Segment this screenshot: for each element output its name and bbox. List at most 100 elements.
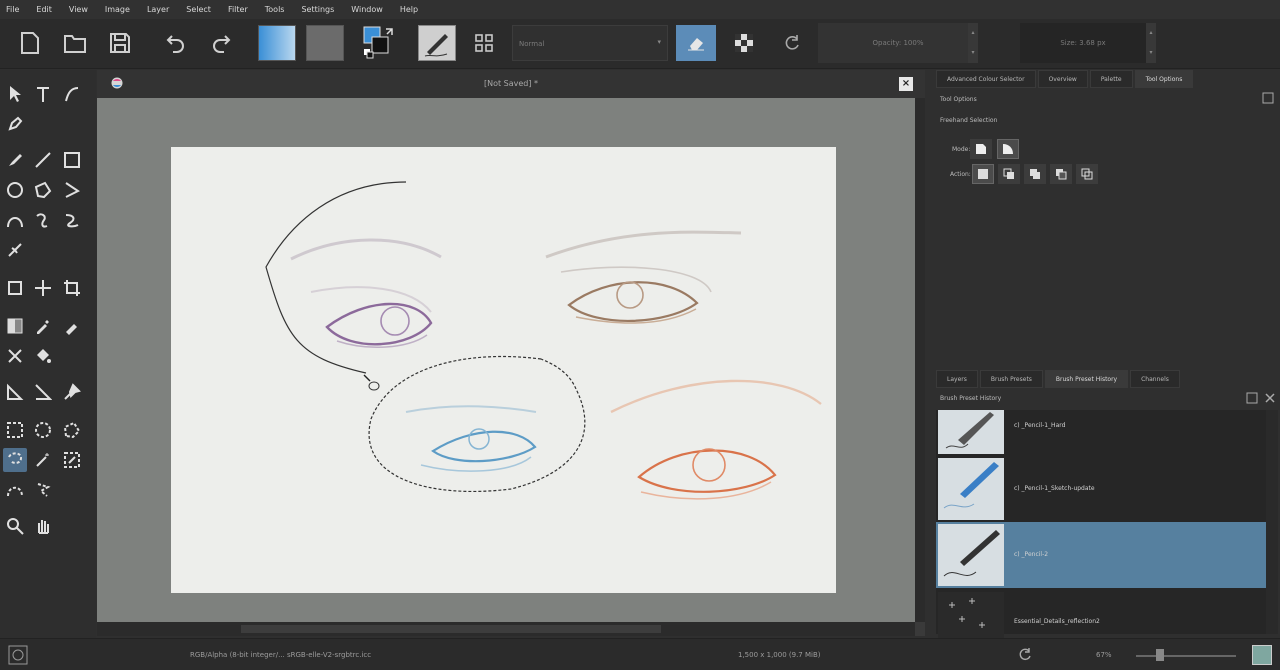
redo-button[interactable] [203, 25, 239, 61]
zoom-slider[interactable] [1136, 655, 1236, 657]
contiguous-selection-tool[interactable] [31, 448, 55, 472]
list-item[interactable]: c) _Pencil-2 [936, 522, 1266, 588]
freehand-brush-tool[interactable] [3, 148, 27, 172]
text-tool[interactable] [31, 82, 55, 106]
tab-overview[interactable]: Overview [1037, 70, 1088, 88]
pattern-selector[interactable] [306, 25, 344, 61]
tab-brush-preset-history[interactable]: Brush Preset History [1044, 370, 1129, 388]
menu-window[interactable]: Window [351, 5, 383, 14]
horizontal-scrollbar[interactable] [97, 622, 915, 636]
freehand-path-tool[interactable] [31, 208, 55, 232]
elliptical-selection-tool[interactable] [31, 418, 55, 442]
reload-preset-button[interactable] [774, 25, 810, 61]
rectangular-selection-tool[interactable] [3, 418, 27, 442]
polygonal-selection-tool[interactable] [60, 418, 84, 442]
tab-advanced-colour-selector[interactable]: Advanced Colour Selector [936, 70, 1036, 88]
fill-tool[interactable] [31, 344, 55, 368]
color-space-info[interactable]: RGB/Alpha (8-bit integer/... sRGB-elle-V… [190, 651, 371, 659]
colorize-mask-tool[interactable] [60, 314, 84, 338]
brush-preset-button[interactable] [418, 25, 456, 61]
opacity-slider[interactable]: Opacity: 100% [818, 23, 978, 63]
edit-shapes-tool[interactable] [3, 112, 27, 136]
zoom-slider-handle[interactable] [1156, 649, 1164, 661]
smart-patch-tool[interactable] [3, 344, 27, 368]
magnetic-selection-tool[interactable] [31, 478, 55, 502]
history-scrollbar[interactable] [1266, 410, 1278, 634]
rotate-canvas-icon[interactable] [1018, 647, 1032, 661]
tab-layers[interactable]: Layers [936, 370, 978, 388]
reference-images-tool[interactable] [60, 380, 84, 404]
close-icon[interactable] [1264, 392, 1276, 404]
float-panel-icon[interactable] [1262, 92, 1274, 104]
calligraphy-tool[interactable] [60, 82, 84, 106]
blend-mode-select[interactable]: Normal ▾ [512, 25, 668, 61]
zoom-level[interactable]: 67% [1096, 651, 1112, 659]
brush-settings-button[interactable] [466, 25, 502, 61]
action-intersect-button[interactable] [998, 164, 1020, 184]
pan-tool[interactable] [31, 514, 55, 538]
fg-bg-color-selector[interactable] [362, 25, 400, 61]
menu-help[interactable]: Help [400, 5, 418, 14]
polygon-tool[interactable] [31, 178, 55, 202]
new-document-button[interactable] [12, 25, 48, 61]
view-mode-icon[interactable] [1252, 645, 1272, 665]
menu-edit[interactable]: Edit [36, 5, 52, 14]
assistant-tool[interactable] [31, 380, 55, 404]
tab-channels[interactable]: Channels [1130, 370, 1180, 388]
menu-select[interactable]: Select [186, 5, 211, 14]
crop-tool[interactable] [60, 276, 84, 300]
mode-polygon-button[interactable] [970, 139, 992, 159]
opacity-spinner[interactable]: ▴ ▾ [968, 23, 978, 63]
multibrush-tool[interactable] [3, 238, 27, 262]
canvas-area[interactable] [97, 98, 915, 622]
menu-file[interactable]: File [6, 5, 19, 14]
undo-button[interactable] [158, 25, 194, 61]
menu-tools[interactable]: Tools [265, 5, 285, 14]
menu-settings[interactable]: Settings [301, 5, 334, 14]
open-document-button[interactable] [57, 25, 93, 61]
measure-tool[interactable] [3, 380, 27, 404]
move-tool[interactable] [31, 276, 55, 300]
list-item[interactable]: c) _Pencil-1_Sketch-update [936, 456, 1266, 522]
gradient-tool[interactable] [3, 314, 27, 338]
size-spinner[interactable]: ▴ ▾ [1146, 23, 1156, 63]
tab-tool-options[interactable]: Tool Options [1134, 70, 1194, 88]
bezier-selection-tool[interactable] [3, 478, 27, 502]
action-replace-button[interactable] [972, 164, 994, 184]
mode-freehand-button[interactable] [997, 139, 1019, 159]
action-add-button[interactable] [1024, 164, 1046, 184]
polyline-tool[interactable] [60, 178, 84, 202]
select-shapes-tool[interactable] [3, 82, 27, 106]
tab-brush-presets[interactable]: Brush Presets [979, 370, 1043, 388]
menu-image[interactable]: Image [105, 5, 130, 14]
action-subtract-button[interactable] [1050, 164, 1072, 184]
dynamic-brush-tool[interactable] [60, 208, 84, 232]
menu-filter[interactable]: Filter [228, 5, 248, 14]
tab-palette[interactable]: Palette [1089, 70, 1133, 88]
menu-layer[interactable]: Layer [147, 5, 169, 14]
preserve-alpha-toggle[interactable] [726, 25, 762, 61]
line-tool[interactable] [31, 148, 55, 172]
rectangle-tool[interactable] [60, 148, 84, 172]
action-symmetric-button[interactable] [1076, 164, 1098, 184]
menu-view[interactable]: View [69, 5, 88, 14]
freehand-selection-tool[interactable] [3, 448, 27, 472]
size-slider[interactable]: Size: 3.68 px [1020, 23, 1146, 63]
zoom-tool[interactable] [3, 514, 27, 538]
color-picker-tool[interactable] [31, 314, 55, 338]
vertical-scrollbar[interactable] [915, 98, 925, 622]
eraser-mode-toggle[interactable] [676, 25, 716, 61]
gradient-selector[interactable] [258, 25, 296, 61]
bezier-curve-tool[interactable] [3, 208, 27, 232]
transform-tool[interactable] [3, 276, 27, 300]
close-document-button[interactable]: × [899, 77, 913, 91]
similar-color-selection-tool[interactable] [60, 448, 84, 472]
float-panel-icon[interactable] [1246, 392, 1258, 404]
canvas-paper[interactable] [171, 147, 836, 593]
patch-icon [8, 349, 22, 363]
ellipse-tool[interactable] [3, 178, 27, 202]
selection-display-icon[interactable] [8, 645, 28, 665]
top-dock-tabs: Advanced Colour Selector Overview Palett… [936, 70, 1195, 88]
save-button[interactable] [102, 25, 138, 61]
horizontal-scroll-thumb[interactable] [241, 625, 661, 633]
